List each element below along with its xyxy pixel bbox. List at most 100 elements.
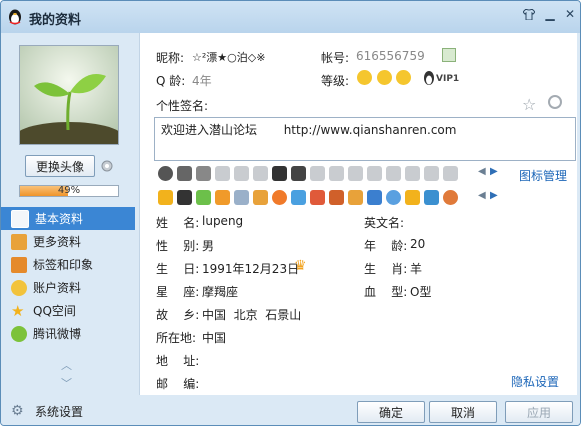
blood-type-value: O型 <box>410 285 432 299</box>
diamond-badge-icon[interactable] <box>348 166 363 181</box>
change-avatar-button[interactable]: 更换头像 <box>25 155 95 177</box>
age-value: 20 <box>410 237 426 251</box>
close-icon: ✕ <box>564 7 576 21</box>
change-avatar-label: 更换头像 <box>35 159 84 174</box>
level-label: 等级: <box>321 74 350 88</box>
show-badge-icon[interactable] <box>310 190 325 205</box>
camera-icon[interactable] <box>99 157 115 173</box>
diamond-badge-icon[interactable] <box>329 166 344 181</box>
location-label: 所在地: <box>156 331 197 345</box>
sidebar-item-weibo[interactable]: 腾讯微博 <box>1 322 135 345</box>
diamond-badge-icon[interactable] <box>405 166 420 181</box>
apply-button[interactable]: 应用 <box>505 401 573 423</box>
birthday-value: 1991年12月23日 <box>202 262 300 276</box>
bottom-bar: ⚙ 系统设置 确定 取消 应用 <box>1 395 580 425</box>
badge-icon[interactable] <box>158 166 173 181</box>
diamond-badge-icon[interactable] <box>424 166 439 181</box>
profile-card-icon <box>11 209 29 228</box>
sun-level-icon <box>357 70 372 85</box>
nickname-label: 昵称: <box>156 51 185 65</box>
mail-badge-icon[interactable] <box>234 190 249 205</box>
qzone-star-icon: ★ <box>11 301 25 320</box>
diamond-badge-icon[interactable] <box>234 166 249 181</box>
diamond-badge-icon[interactable] <box>443 166 458 181</box>
progress-label: 49% <box>57 185 81 196</box>
gender-label: 性 别: <box>156 239 200 253</box>
badges-next-icon[interactable]: ▶ <box>490 166 498 177</box>
diamond-badge-icon[interactable] <box>386 166 401 181</box>
sidebar-item-more-info[interactable]: 更多资料 <box>1 230 135 253</box>
q-age-label: Q 龄: <box>156 74 186 88</box>
cancel-button[interactable]: 取消 <box>429 401 497 423</box>
close-button[interactable]: ✕ <box>558 5 580 23</box>
name-value: lupeng <box>202 214 244 228</box>
crown-icon: ♛ <box>294 258 307 274</box>
nickname-value: ☆²漂★○泊◇※ <box>192 51 266 64</box>
diamond-badge-icon[interactable] <box>272 166 287 181</box>
search-badge-icon[interactable] <box>386 190 401 205</box>
moon-level-icon <box>396 70 411 85</box>
diamond-badge-icon[interactable] <box>310 166 325 181</box>
scroll-up-icon[interactable]: ︿ <box>61 357 72 373</box>
sidebar-item-qzone[interactable]: ★ QQ空间 <box>1 299 135 322</box>
phone-badge-icon[interactable] <box>196 166 211 181</box>
signature-field[interactable]: 欢迎进入潜山论坛 http://www.qianshanren.com <box>154 117 576 161</box>
diamond-badge-icon[interactable] <box>253 166 268 181</box>
sidebar-item-label: 标签和印象 <box>33 258 94 272</box>
avatar-badge-icon[interactable] <box>329 190 344 205</box>
badge-row-1 <box>158 166 462 181</box>
face-badge-icon[interactable] <box>405 190 420 205</box>
card-badge-icon[interactable] <box>424 190 439 205</box>
edit-account-icon[interactable] <box>442 48 456 62</box>
ok-button-label: 确定 <box>378 405 403 420</box>
sidebar-item-label: QQ空间 <box>33 304 76 318</box>
system-settings-link[interactable]: 系统设置 <box>35 403 83 420</box>
address-label: 地 址: <box>156 354 200 368</box>
weibo-icon <box>11 325 27 342</box>
age-label: 年 龄: <box>364 239 408 253</box>
birthday-label: 生 日: <box>156 262 200 276</box>
zip-label: 邮 编: <box>156 377 200 391</box>
sidebar-item-label: 账户资料 <box>33 281 82 295</box>
diamond-badge-icon[interactable] <box>367 166 382 181</box>
location-value: 中国 <box>202 331 227 345</box>
ok-button[interactable]: 确定 <box>357 401 425 423</box>
share-icon[interactable] <box>548 95 562 109</box>
avatar[interactable] <box>19 45 119 145</box>
privacy-settings-link[interactable]: 隐私设置 <box>511 373 559 390</box>
badges-next-icon[interactable]: ▶ <box>490 190 498 201</box>
scroll-down-icon[interactable]: ﹀ <box>61 375 72 391</box>
pet-badge-icon[interactable] <box>348 190 363 205</box>
friend-badge-icon[interactable] <box>443 190 458 205</box>
badge-icon[interactable] <box>177 166 192 181</box>
star-add-icon[interactable]: ☆ <box>522 95 536 114</box>
profile-window: 我的资料 ▁ ✕ 更换头像 49% 基本资料 更多资料 标签和印象 账户资料 ★… <box>0 0 581 426</box>
sidebar-item-basic-info[interactable]: 基本资料 <box>1 207 135 230</box>
pet-badge-icon[interactable] <box>253 190 268 205</box>
gear-icon[interactable]: ⚙ <box>11 403 24 419</box>
constellation-value: 摩羯座 <box>202 285 239 299</box>
sidebar-item-tags[interactable]: 标签和印象 <box>1 253 135 276</box>
moon-level-icon <box>377 70 392 85</box>
badge-manage-link[interactable]: 图标管理 <box>519 167 567 184</box>
vip-penguin-icon <box>424 71 434 85</box>
badges-prev-icon[interactable]: ◀ <box>478 166 486 177</box>
diamond-badge-icon[interactable] <box>215 166 230 181</box>
signature-label: 个性签名: <box>156 99 209 113</box>
qq-penguin-icon <box>9 9 21 25</box>
star-badge-icon[interactable] <box>158 190 173 205</box>
account-icon <box>11 279 27 296</box>
shirt-icon <box>523 8 535 20</box>
sidebar-item-account[interactable]: 账户资料 <box>1 276 135 299</box>
minimize-icon: ▁ <box>545 7 555 21</box>
chat-badge-icon[interactable] <box>196 190 211 205</box>
game-badge-icon[interactable] <box>291 190 306 205</box>
penguin-badge-icon[interactable] <box>177 190 192 205</box>
nba-badge-icon[interactable] <box>291 166 306 181</box>
title-bar[interactable]: 我的资料 ▁ ✕ <box>1 1 580 33</box>
shield-badge-icon[interactable] <box>215 190 230 205</box>
photo-badge-icon[interactable] <box>367 190 382 205</box>
q-age-value: 4年 <box>192 74 212 88</box>
music-badge-icon[interactable] <box>272 190 287 205</box>
badges-prev-icon[interactable]: ◀ <box>478 190 486 201</box>
